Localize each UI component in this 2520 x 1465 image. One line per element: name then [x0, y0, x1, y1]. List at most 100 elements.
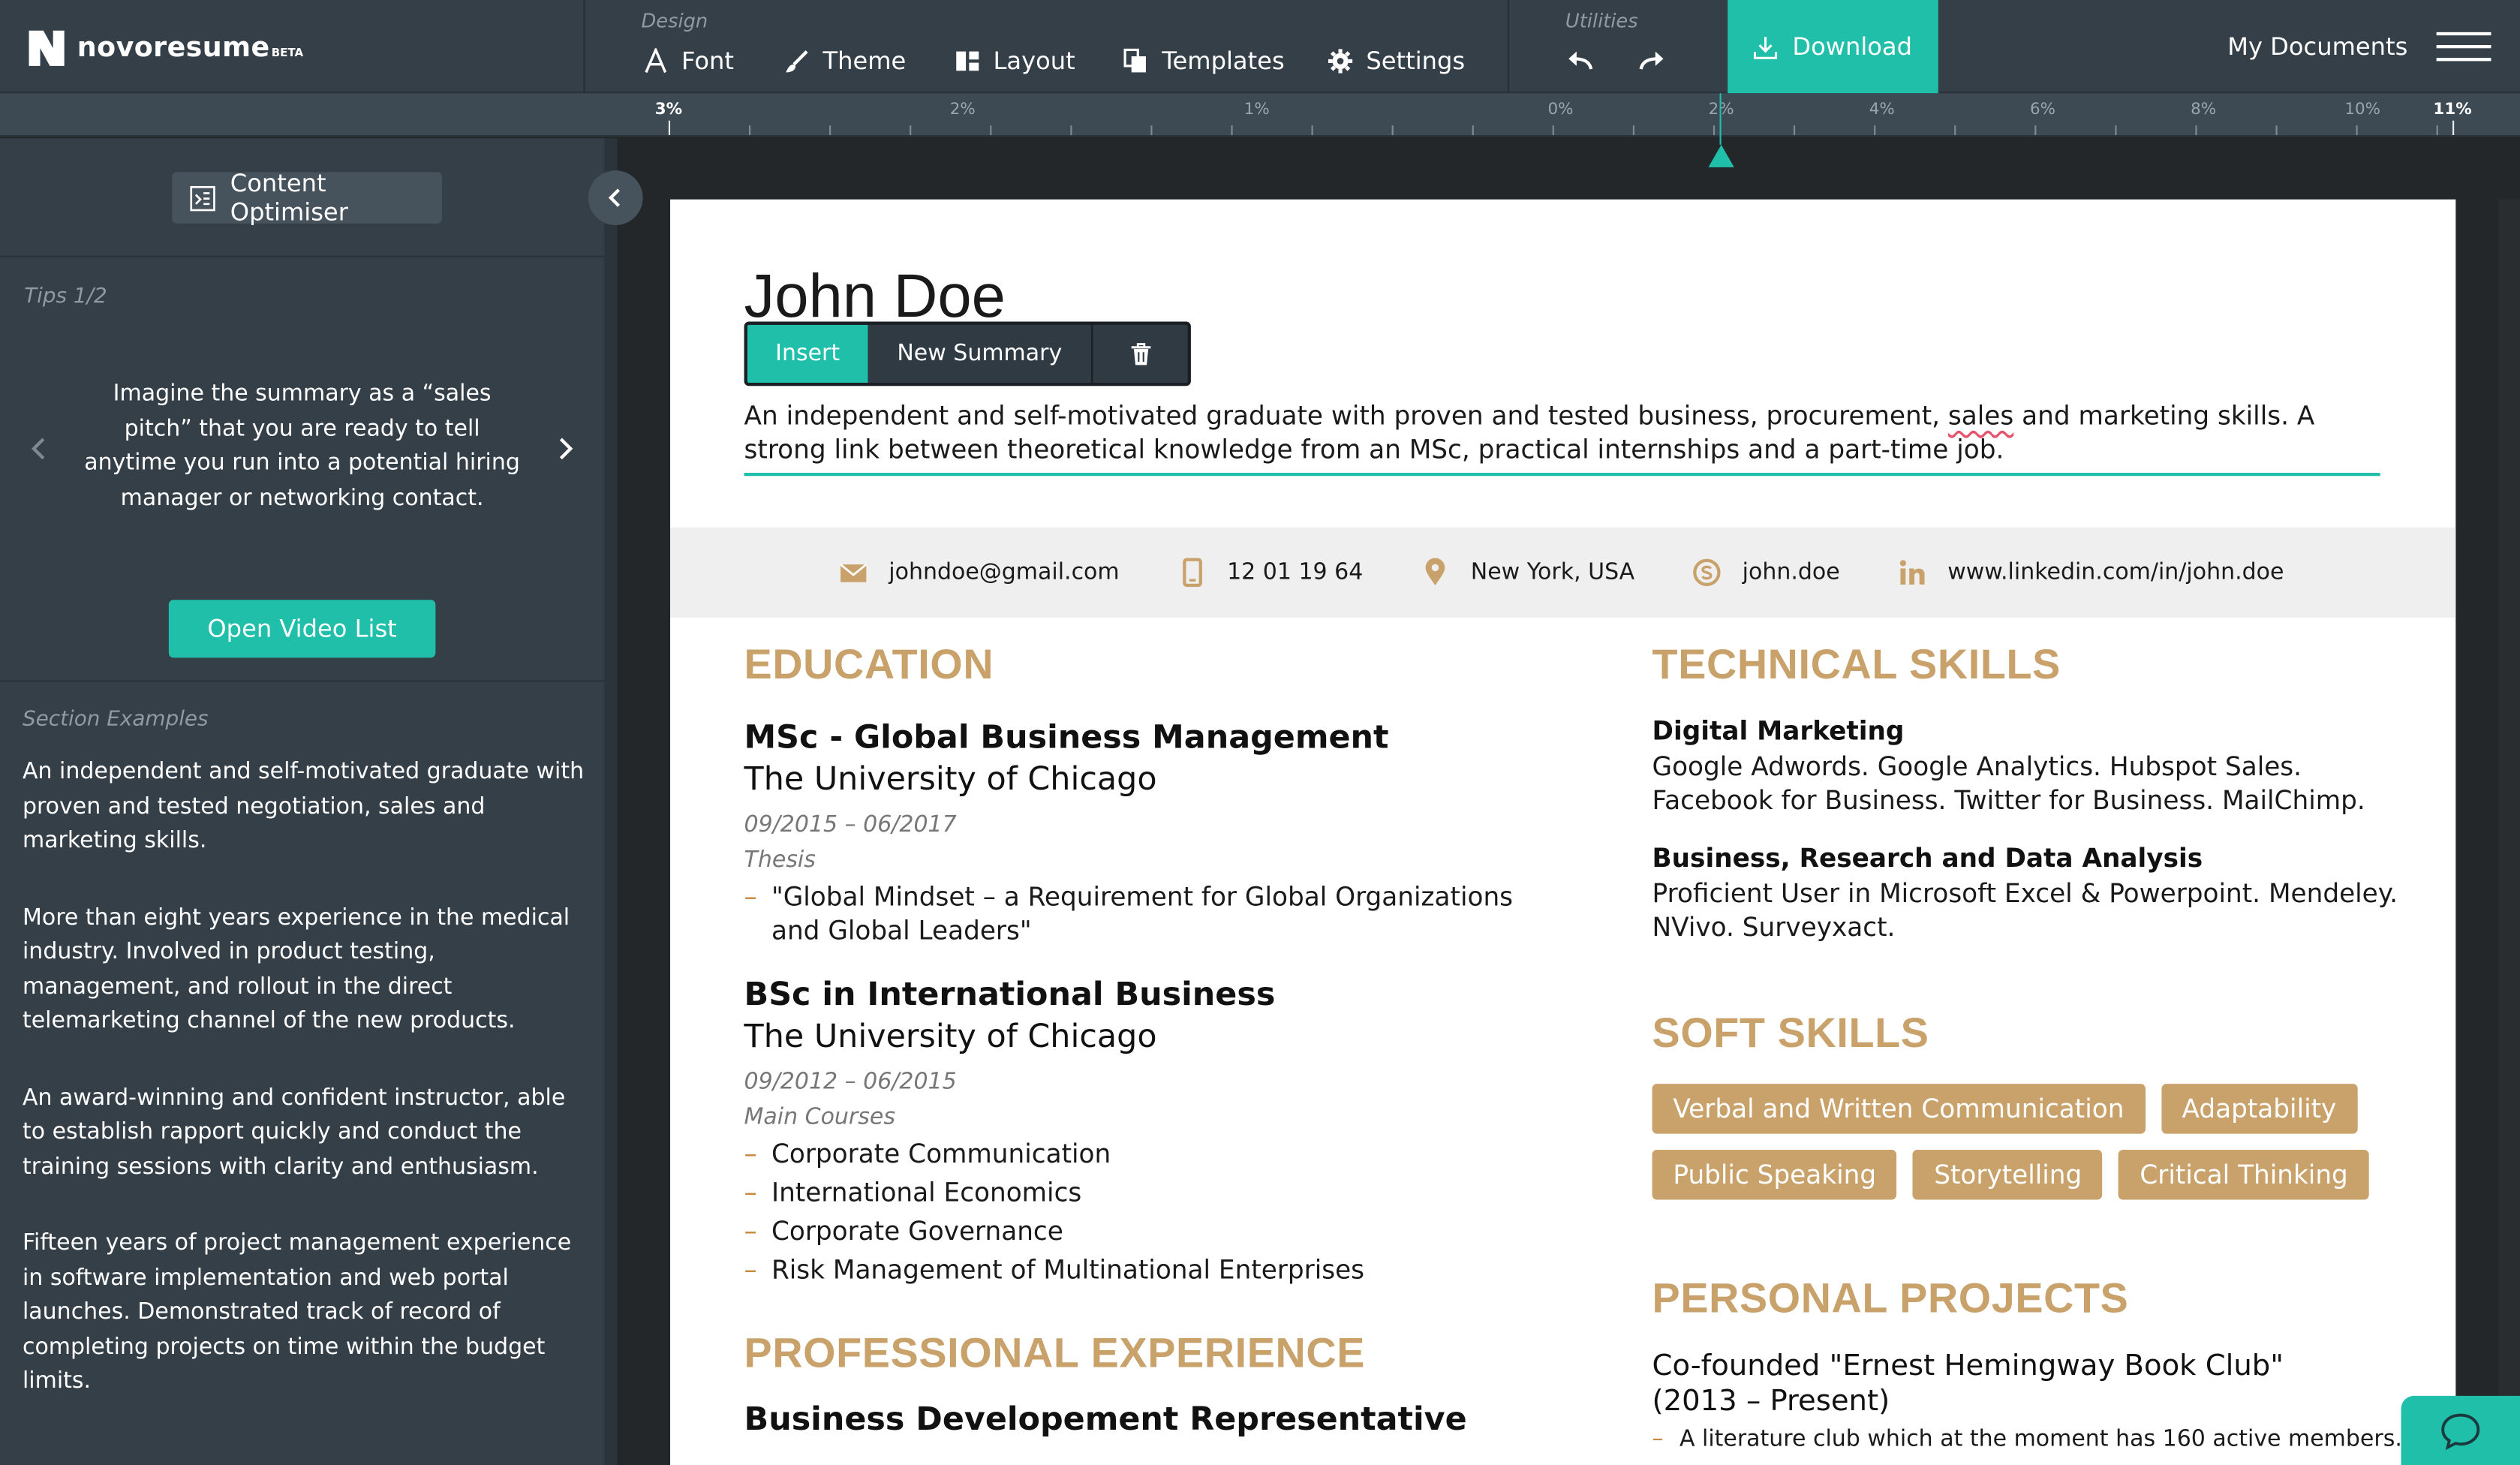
skill-category[interactable]: Business, Research and Data Analysis	[1652, 843, 2408, 874]
menu-icon[interactable]	[2436, 32, 2491, 62]
download-icon	[1754, 36, 1778, 59]
ruler-margin-tick	[668, 120, 671, 135]
templates-icon	[1123, 48, 1146, 73]
my-documents-link[interactable]: My Documents	[2227, 32, 2407, 62]
theme-button[interactable]: Theme	[784, 47, 906, 76]
ruler-tick	[1231, 125, 1233, 135]
skill-description[interactable]: Proficient User in Microsoft Excel & Pow…	[1652, 877, 2408, 944]
layout-icon	[956, 51, 979, 71]
example-item[interactable]: An independent and self-motivated gradua…	[23, 756, 588, 859]
phone-icon	[1182, 558, 1201, 588]
font-icon	[645, 48, 667, 74]
undo-button[interactable]	[1567, 47, 1605, 72]
ruler-tick	[2356, 125, 2358, 135]
ruler-label: 11%	[2433, 101, 2472, 119]
envelope-icon	[840, 564, 868, 582]
education-item[interactable]: BSc in International Business The Univer…	[744, 973, 1564, 1286]
date-range: 09/2015 – 06/2017	[744, 812, 957, 838]
content-optimiser-button[interactable]: Content Optimiser	[172, 168, 442, 227]
ruler-tick	[2436, 125, 2438, 135]
education-subhead: Main Courses	[744, 1105, 895, 1131]
templates-button[interactable]: Templates	[1123, 47, 1285, 76]
project-title[interactable]: Co-founded "Ernest Hemingway Book Club" …	[1652, 1349, 2376, 1420]
ruler-label: 4%	[1869, 101, 1895, 119]
soft-skill-tag[interactable]: Storytelling	[1913, 1150, 2104, 1200]
contact-linkedin[interactable]: www.linkedin.com/in/john.doe	[1898, 558, 2284, 588]
font-button[interactable]: Font	[643, 47, 734, 76]
soft-skill-tag[interactable]: Verbal and Written Communication	[1652, 1084, 2146, 1134]
ruler-tick	[1150, 125, 1153, 135]
example-item[interactable]: Fifteen years of project management expe…	[23, 1227, 588, 1400]
chevron-left-icon[interactable]	[26, 436, 51, 462]
contact-location[interactable]: New York, USA	[1421, 558, 1634, 588]
ruler-tick	[1311, 125, 1313, 135]
settings-button[interactable]: Settings	[1328, 47, 1465, 76]
soft-skill-tag[interactable]: Public Speaking	[1652, 1150, 1897, 1200]
tips-section: Tips 1/2 Imagine the summary as a “sales…	[0, 259, 606, 682]
contact-email[interactable]: johndoe@gmail.com	[839, 558, 1120, 588]
personal-projects-title[interactable]: PERSONAL PROJECTS	[1652, 1274, 2408, 1323]
summary-text[interactable]: An independent and self-motivated gradua…	[744, 399, 2380, 477]
school-name: The University of Chicago	[744, 1016, 1157, 1055]
job-title[interactable]: Business Developement Representative	[744, 1397, 1564, 1439]
settings-label: Settings	[1366, 47, 1466, 76]
collapse-panel-button[interactable]	[588, 170, 643, 225]
skill-description[interactable]: Google Adwords. Google Analytics. Hubspo…	[1652, 749, 2408, 817]
brush-icon	[786, 50, 808, 73]
chevron-right-icon[interactable]	[553, 436, 579, 462]
ruler-tick	[1954, 125, 1956, 135]
examples-list: An independent and self-motivated gradua…	[23, 756, 588, 1442]
tips-counter: Tips 1/2	[24, 284, 107, 309]
ruler-tick	[1070, 125, 1072, 135]
example-item[interactable]: An award-winning and confident instructo…	[23, 1081, 588, 1185]
panel-header: Content Optimiser	[0, 138, 606, 257]
technical-skills-title[interactable]: TECHNICAL SKILLS	[1652, 640, 2408, 690]
open-video-list-button[interactable]: Open Video List	[168, 600, 436, 658]
contact-skype[interactable]: john.doe	[1692, 558, 1840, 588]
download-label: Download	[1792, 32, 1913, 62]
skill-category[interactable]: Digital Marketing	[1652, 716, 2408, 747]
soft-skill-tag[interactable]: Critical Thinking	[2119, 1150, 2369, 1200]
ruler-tick	[2034, 125, 2037, 135]
ruler-margin-tick	[2452, 120, 2455, 135]
resume-right-column: TECHNICAL SKILLS Digital Marketing Googl…	[1652, 640, 2408, 1452]
delete-button[interactable]	[1093, 325, 1187, 383]
insert-button[interactable]: Insert	[747, 324, 868, 383]
content-optimiser-label: Content Optimiser	[230, 168, 348, 227]
skype-text: john.doe	[1742, 559, 1840, 585]
experience-title[interactable]: PROFESSIONAL EXPERIENCE	[744, 1328, 1564, 1378]
canvas-edge	[2499, 199, 2520, 1465]
ruler-label: 6%	[2029, 101, 2055, 119]
divider	[583, 0, 585, 94]
school-name: The University of Chicago	[744, 759, 1157, 798]
templates-label: Templates	[1162, 47, 1285, 76]
layout-button[interactable]: Layout	[955, 47, 1075, 76]
ruler-slider-handle[interactable]	[1708, 144, 1734, 167]
new-summary-button[interactable]: New Summary	[868, 324, 1093, 383]
redo-button[interactable]	[1639, 47, 1677, 72]
education-title[interactable]: EDUCATION	[744, 640, 1564, 690]
margin-ruler[interactable]: 3%2%1%0%2%4%6%8%10%11%	[0, 93, 2520, 137]
theme-label: Theme	[822, 47, 907, 76]
email-text: johndoe@gmail.com	[889, 559, 1120, 585]
soft-skill-tag[interactable]: Adaptability	[2161, 1084, 2358, 1134]
redo-icon	[1639, 51, 1664, 70]
soft-skills-title[interactable]: SOFT SKILLS	[1652, 1008, 2408, 1057]
ruler-label: 3%	[654, 101, 683, 119]
education-bullet: Corporate Governance	[744, 1214, 1564, 1248]
design-group-label: Design	[641, 9, 708, 32]
logo[interactable]: novoresume BETA	[26, 27, 303, 69]
education-item[interactable]: MSc - Global Business Management The Uni…	[744, 716, 1564, 948]
download-button[interactable]: Download	[1728, 0, 1938, 94]
ruler-tick	[2275, 125, 2278, 135]
ruler-label: 1%	[1243, 101, 1270, 119]
panel-scrollbar[interactable]	[604, 138, 618, 1465]
ruler-tick	[2195, 125, 2197, 135]
contact-phone[interactable]: 12 01 19 64	[1177, 558, 1363, 588]
chat-button[interactable]	[2401, 1395, 2520, 1465]
project-bullet[interactable]: A literature club which at the moment ha…	[1652, 1427, 2408, 1452]
misspelled-word[interactable]: sales	[1948, 401, 2013, 432]
example-item[interactable]: More than eight years experience in the …	[23, 901, 588, 1039]
novoresume-logo-icon	[29, 30, 65, 66]
ruler-tick	[1391, 125, 1394, 135]
